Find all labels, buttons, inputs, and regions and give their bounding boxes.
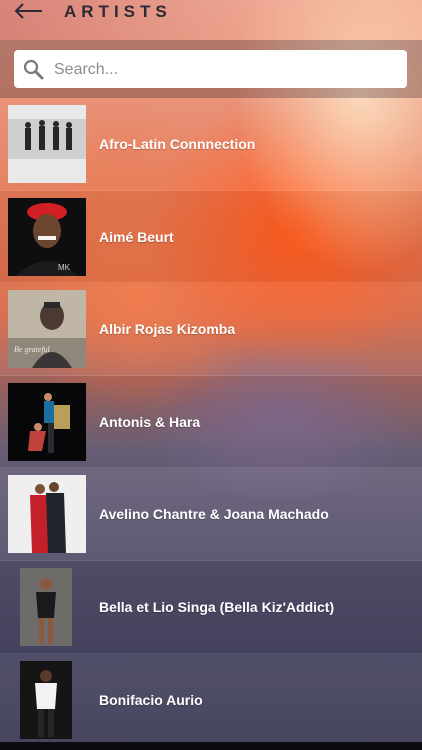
search-box[interactable] [14, 50, 407, 90]
artist-row[interactable]: Be grateful Albir Rojas Kizomba [0, 283, 422, 376]
page-title: ARTISTS [64, 2, 172, 21]
artist-name: Avelino Chantre & Joana Machado [99, 506, 329, 523]
artist-row[interactable]: Avelino Chantre & Joana Machado [0, 468, 422, 561]
artist-thumbnail: Be grateful [8, 290, 86, 369]
artist-row[interactable]: Antonis & Hara [0, 375, 422, 469]
artist-name: Bonifacio Aurio [99, 691, 203, 708]
app-header: ARTISTS [0, 0, 422, 40]
artist-thumbnail: MK [8, 197, 86, 276]
artist-row[interactable]: Afro-Latin Connnection [0, 98, 422, 191]
artist-thumbnail [8, 382, 86, 461]
artist-name: Aimé Beurt [99, 228, 174, 245]
bottom-bar [0, 742, 422, 750]
artist-row[interactable]: Bonifacio Aurio [0, 653, 422, 747]
artist-name: Albir Rojas Kizomba [99, 321, 236, 338]
artist-row[interactable]: Bella et Lio Singa (Bella Kiz'Addict) [0, 560, 422, 654]
svg-text:MK: MK [58, 263, 71, 272]
search-bar [0, 40, 422, 98]
artist-thumbnail [20, 660, 72, 739]
artist-row[interactable]: MK Aimé Beurt [0, 190, 422, 284]
svg-text:Be grateful: Be grateful [14, 345, 51, 354]
artist-list: Afro-Latin Connnection MK Aimé Beurt Be [0, 98, 422, 750]
search-icon [23, 59, 44, 80]
artist-thumbnail [8, 105, 86, 183]
artist-thumbnail [8, 475, 86, 554]
artist-thumbnail [20, 567, 72, 646]
artist-name: Antonis & Hara [99, 413, 201, 430]
artist-name: Bella et Lio Singa (Bella Kiz'Addict) [99, 598, 335, 615]
arrow-left-icon[interactable] [12, 0, 44, 22]
search-input[interactable] [52, 50, 396, 90]
artist-name: Afro-Latin Connnection [99, 136, 256, 152]
